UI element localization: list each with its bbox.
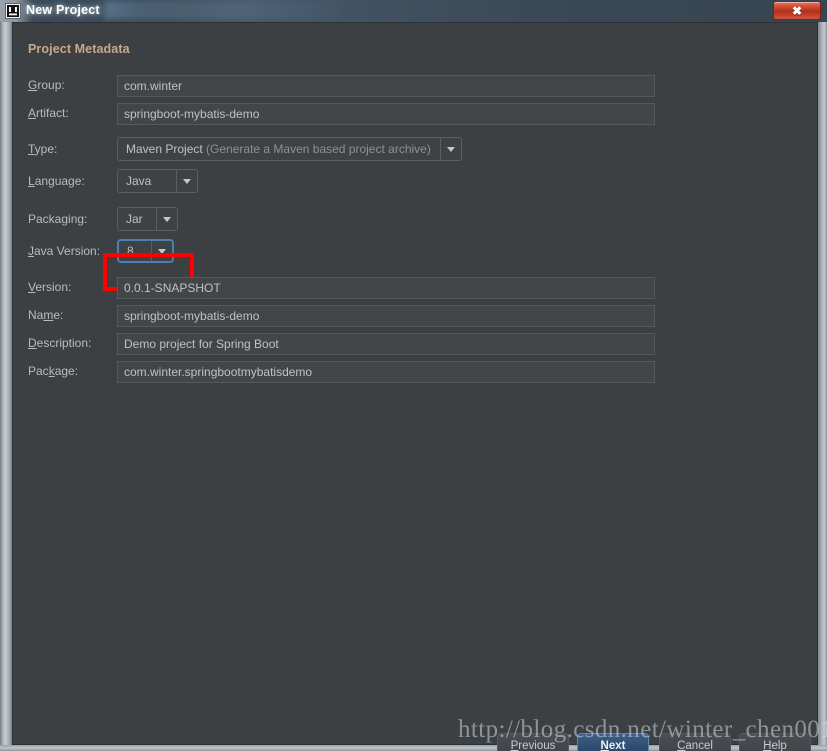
version-input-value: 0.0.1-SNAPSHOT [124, 281, 221, 295]
window-frame: New Project ✖ Project Metadata Group: co… [0, 0, 827, 751]
form-row-packaging: Packaging: Jar [13, 207, 819, 231]
close-button[interactable]: ✖ [773, 1, 821, 20]
help-button[interactable]: Help [739, 733, 811, 751]
artifact-input-value: springboot-mybatis-demo [124, 107, 260, 121]
new-project-dialog: Project Metadata Group: com.winter Artif… [12, 22, 819, 751]
name-input-value: springboot-mybatis-demo [124, 309, 260, 323]
label-package: Package: [28, 364, 79, 378]
java-version-combobox[interactable]: 8 [117, 239, 174, 263]
type-combobox-hint: (Generate a Maven based project archive) [206, 142, 431, 156]
label-type: Type: [28, 142, 58, 156]
label-name: Name: [28, 308, 64, 322]
close-icon: ✖ [791, 3, 803, 18]
form-row-language: Language: Java [13, 169, 819, 193]
java-version-combobox-value: 8 [127, 244, 134, 258]
cancel-button[interactable]: Cancel [659, 733, 731, 751]
description-input-value: Demo project for Spring Boot [124, 337, 279, 351]
cancel-button-label: Cancel [677, 740, 713, 751]
group-input[interactable]: com.winter [117, 75, 655, 97]
packaging-combobox-value: Jar [126, 212, 143, 226]
label-group: Group: [28, 78, 65, 92]
group-input-value: com.winter [124, 79, 183, 93]
name-input[interactable]: springboot-mybatis-demo [117, 305, 655, 327]
label-version: Version: [28, 280, 72, 294]
label-packaging: Packaging: [28, 212, 88, 226]
form-row-artifact: Artifact: springboot-mybatis-demo [13, 103, 819, 125]
form-row-group: Group: com.winter [13, 75, 819, 97]
version-input[interactable]: 0.0.1-SNAPSHOT [117, 277, 655, 299]
package-input[interactable]: com.winter.springbootmybatisdemo [117, 361, 655, 383]
label-java-version: Java Version: [28, 244, 101, 258]
language-combobox-value: Java [126, 174, 152, 188]
next-button[interactable]: Next [577, 733, 649, 751]
dialog-button-bar: Previous Next Cancel Help [13, 733, 819, 751]
form-row-name: Name: springboot-mybatis-demo [13, 305, 819, 327]
chevron-down-icon[interactable] [156, 208, 177, 230]
description-input[interactable]: Demo project for Spring Boot [117, 333, 655, 355]
chevron-down-icon[interactable] [151, 241, 172, 261]
help-button-label: Help [763, 740, 787, 751]
language-combobox[interactable]: Java [117, 169, 198, 193]
package-input-value: com.winter.springbootmybatisdemo [124, 365, 313, 379]
window-border-left [0, 22, 12, 751]
form-row-type: Type: Maven Project (Generate a Maven ba… [13, 137, 819, 161]
label-description: Description: [28, 336, 92, 350]
intellij-idea-icon [5, 3, 21, 19]
packaging-combobox[interactable]: Jar [117, 207, 178, 231]
form-row-package: Package: com.winter.springbootmybatisdem… [13, 361, 819, 383]
label-artifact: Artifact: [28, 106, 69, 120]
next-button-label: Next [600, 740, 626, 751]
previous-button-label: Previous [510, 740, 556, 751]
window-title: New Project [26, 3, 100, 17]
type-combobox-value: Maven Project (Generate a Maven based pr… [126, 142, 431, 156]
window-titlebar[interactable]: New Project ✖ [0, 0, 827, 22]
chevron-down-icon[interactable] [176, 170, 197, 192]
label-language: Language: [28, 174, 85, 188]
page-title: Project Metadata [28, 42, 130, 56]
form-row-description: Description: Demo project for Spring Boo… [13, 333, 819, 355]
type-combobox[interactable]: Maven Project (Generate a Maven based pr… [117, 137, 462, 161]
previous-button[interactable]: Previous [497, 733, 569, 751]
form-row-java-version: Java Version: 8 [13, 239, 819, 263]
artifact-input[interactable]: springboot-mybatis-demo [117, 103, 655, 125]
form-row-version: Version: 0.0.1-SNAPSHOT [13, 277, 819, 299]
chevron-down-icon[interactable] [440, 138, 461, 160]
window-border-right [818, 22, 827, 751]
